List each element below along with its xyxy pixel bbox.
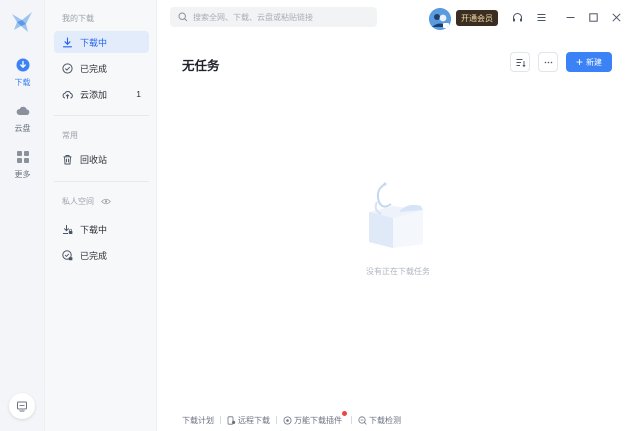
notification-dot [342, 410, 347, 416]
footer-link-label: 下载检测 [369, 415, 401, 425]
sidebar-item-label: 回收站 [80, 154, 108, 165]
search-box[interactable] [170, 7, 377, 27]
close-icon[interactable] [611, 12, 622, 23]
sidebar-item-downloading[interactable]: 下载中 [54, 31, 149, 53]
search-icon [178, 12, 188, 22]
rail-item-label: 更多 [14, 170, 31, 179]
check-lock-icon [62, 249, 73, 260]
empty-state-text: 没有正在下载任务 [366, 267, 430, 276]
remote-device-icon [227, 415, 236, 425]
new-task-label: 新建 [586, 57, 602, 67]
download-circle-icon [16, 58, 29, 72]
footer-link-label: 万能下载插件 [294, 415, 342, 425]
plugin-icon [283, 416, 292, 424]
footer-links: 下载计划 远程下载 万能下载插件 下载检测 [182, 410, 401, 426]
footer-link-universal-plugin[interactable]: 万能下载插件 [283, 410, 347, 426]
sidebar-item-completed[interactable]: 已完成 [54, 57, 149, 79]
new-task-button[interactable]: + 新建 [566, 52, 612, 72]
maximize-icon[interactable] [588, 12, 599, 23]
footer-separator [220, 416, 221, 424]
sidebar-divider [54, 115, 149, 116]
page-title: 无任务 [182, 59, 220, 73]
sort-list-icon [516, 58, 526, 67]
sidebar-divider [54, 181, 149, 182]
footer-link-label: 远程下载 [238, 415, 270, 425]
footer-separator [351, 416, 352, 424]
footer-link-download-check[interactable]: 下载检测 [358, 415, 401, 426]
sidebar-item-private-completed[interactable]: 已完成 [54, 244, 149, 266]
download-arrow-icon [62, 36, 73, 47]
sidebar-item-label: 下载中 [80, 224, 108, 235]
rail-item-cloud[interactable]: 云盘 [0, 104, 45, 134]
app-logo-icon [12, 12, 32, 32]
section-title-private: 私人空间 [62, 196, 112, 207]
empty-folder-icon [369, 182, 423, 248]
sidebar-item-label: 云添加 [80, 89, 108, 100]
feedback-button[interactable] [9, 393, 35, 419]
rail-item-label: 下载 [14, 78, 31, 87]
sidebar-item-label: 已完成 [80, 250, 108, 261]
sidebar: 我的下载 下载中 已完成 云添加 1 常用 回收站 私人空间 下载中 已完成 [45, 0, 157, 431]
rail-item-download[interactable]: 下载 [0, 58, 45, 88]
footer-link-remote-download[interactable]: 远程下载 [227, 415, 270, 426]
rail-item-label: 云盘 [14, 124, 31, 133]
cloud-icon [16, 106, 29, 116]
footer-link-download-plan[interactable]: 下载计划 [182, 415, 214, 426]
vip-button[interactable]: 开通会员 [456, 10, 498, 26]
sidebar-item-label: 下载中 [80, 37, 108, 48]
left-rail: 下载 云盘 更多 [0, 0, 45, 431]
sort-button[interactable] [510, 52, 530, 72]
feedback-icon [17, 401, 27, 412]
sidebar-item-cloud-add[interactable]: 云添加 1 [54, 83, 149, 105]
download-check-icon [358, 415, 367, 425]
rail-item-more[interactable]: 更多 [0, 150, 45, 180]
download-lock-icon [63, 224, 73, 234]
trash-icon [63, 154, 72, 164]
section-title-my-downloads: 我的下载 [62, 14, 94, 23]
user-avatar-icon [429, 8, 451, 30]
avatar[interactable] [429, 8, 451, 30]
menu-icon[interactable] [536, 12, 547, 23]
search-input[interactable] [193, 12, 373, 22]
section-title-common: 常用 [62, 131, 78, 140]
apps-grid-icon [16, 151, 29, 163]
sidebar-item-private-downloading[interactable]: 下载中 [54, 218, 149, 240]
more-button[interactable] [538, 52, 558, 72]
cloud-upload-icon [62, 90, 73, 99]
sidebar-item-label: 已完成 [80, 63, 108, 74]
footer-separator [276, 416, 277, 424]
more-dots-icon [544, 61, 552, 63]
eye-icon[interactable] [101, 198, 112, 205]
footer-link-label: 下载计划 [182, 415, 214, 425]
cloud-add-count: 1 [136, 89, 141, 99]
minimize-icon[interactable] [565, 12, 576, 23]
sidebar-item-recycle-bin[interactable]: 回收站 [54, 148, 149, 170]
plus-icon: + [575, 55, 583, 69]
check-circle-icon [62, 62, 73, 74]
section-title-private-label: 私人空间 [62, 197, 94, 206]
headset-icon[interactable] [512, 12, 523, 23]
